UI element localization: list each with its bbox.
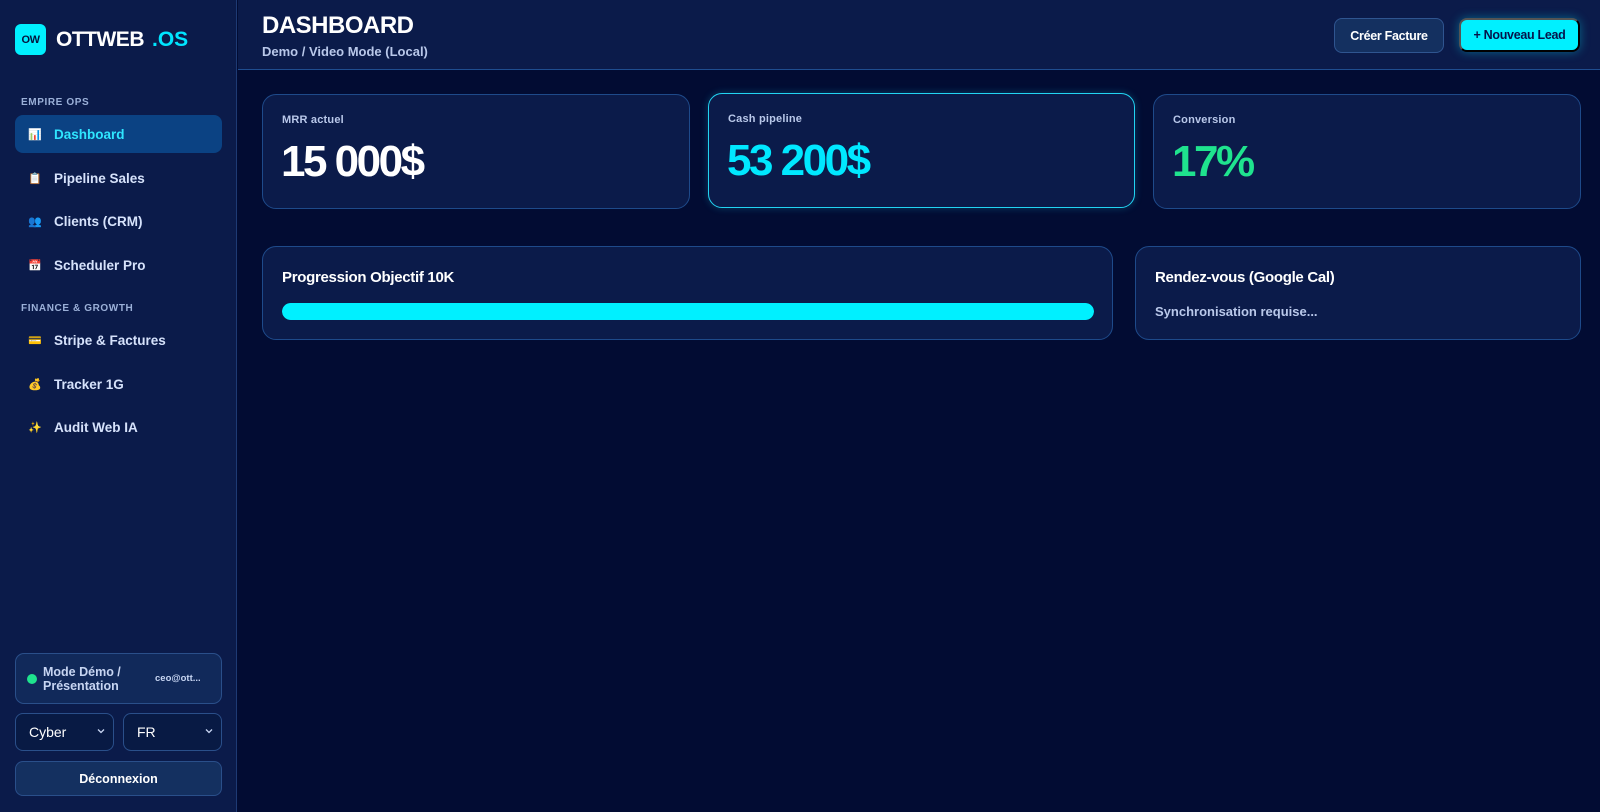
logout-button[interactable]: Déconnexion [15, 761, 222, 796]
progress-bar [282, 303, 1094, 320]
top-header: DASHBOARD Demo / Video Mode (Local) Crée… [238, 0, 1600, 70]
stat-value: 17% [1172, 137, 1255, 186]
users-icon: 👥 [28, 215, 42, 228]
sidebar-item-label: Dashboard [54, 126, 125, 142]
sidebar-item-dashboard[interactable]: 📊 Dashboard [15, 115, 222, 153]
sparkles-icon: ✨ [28, 421, 42, 434]
brand-name: OTTWEB [56, 27, 144, 51]
calendar-status: Synchronisation requise... [1155, 304, 1318, 319]
money-bag-icon: 💰 [28, 378, 42, 391]
sidebar-item-audit-web-ia[interactable]: ✨ Audit Web IA [15, 408, 222, 446]
sidebar-item-label: Audit Web IA [54, 419, 138, 435]
sidebar-item-label: Pipeline Sales [54, 170, 145, 186]
stat-card-mrr: MRR actuel 15 000$ [262, 94, 690, 209]
sidebar-item-clients[interactable]: 👥 Clients (CRM) [15, 202, 222, 240]
breadcrumb: Demo / Video Mode (Local) [262, 44, 428, 59]
new-lead-button[interactable]: + Nouveau Lead [1459, 18, 1580, 52]
calendar-card: Rendez-vous (Google Cal) Synchronisation… [1135, 246, 1581, 340]
sidebar: OW OTTWEB .OS EMPIRE OPS 📊 Dashboard 📋 P… [0, 0, 237, 812]
credit-card-icon: 💳 [28, 334, 42, 347]
stat-value: 15 000$ [281, 137, 425, 186]
theme-select-value: Cyber [29, 724, 67, 740]
sidebar-item-stripe-factures[interactable]: 💳 Stripe & Factures [15, 321, 222, 359]
stat-value: 53 200$ [727, 136, 871, 185]
stat-label: Cash pipeline [728, 113, 803, 125]
chevron-down-icon [97, 729, 105, 734]
demo-mode-label: Mode Démo / Présentation [43, 664, 121, 693]
brand[interactable]: OW OTTWEB .OS [15, 24, 188, 55]
sidebar-item-tracker-1g[interactable]: 💰 Tracker 1G [15, 365, 222, 403]
language-select[interactable]: FR [123, 713, 222, 751]
progress-title: Progression Objectif 10K [282, 269, 455, 286]
section-label-empire-ops: EMPIRE OPS [21, 97, 90, 108]
stat-label: Conversion [1173, 114, 1236, 126]
sidebar-item-label: Tracker 1G [54, 376, 124, 392]
page-title: DASHBOARD [262, 12, 414, 39]
brand-logo: OW [15, 24, 46, 55]
create-invoice-button[interactable]: Créer Facture [1334, 18, 1444, 53]
sidebar-item-label: Scheduler Pro [54, 257, 146, 273]
calendar-icon: 📅 [28, 259, 42, 272]
demo-mode-indicator[interactable]: Mode Démo / Présentation ceo@ott... [15, 653, 222, 704]
stat-card-conversion: Conversion 17% [1153, 94, 1581, 209]
stat-card-cash-pipeline: Cash pipeline 53 200$ [708, 93, 1135, 208]
brand-suffix: .OS [151, 27, 189, 51]
sidebar-item-label: Stripe & Factures [54, 332, 166, 348]
progress-card: Progression Objectif 10K [262, 246, 1113, 340]
progress-bar-fill [282, 303, 1094, 320]
section-label-finance-growth: FINANCE & GROWTH [21, 303, 134, 314]
user-email: ceo@ott... [155, 673, 201, 684]
status-dot [27, 673, 37, 684]
clipboard-icon: 📋 [28, 172, 42, 185]
chevron-down-icon [205, 729, 213, 734]
sidebar-item-pipeline-sales[interactable]: 📋 Pipeline Sales [15, 159, 222, 197]
sidebar-item-label: Clients (CRM) [54, 213, 143, 229]
chart-icon: 📊 [28, 128, 42, 141]
stat-label: MRR actuel [282, 114, 344, 126]
calendar-title: Rendez-vous (Google Cal) [1155, 269, 1335, 286]
theme-select[interactable]: Cyber [15, 713, 114, 751]
sidebar-item-scheduler-pro[interactable]: 📅 Scheduler Pro [15, 246, 222, 284]
language-select-value: FR [137, 724, 156, 740]
